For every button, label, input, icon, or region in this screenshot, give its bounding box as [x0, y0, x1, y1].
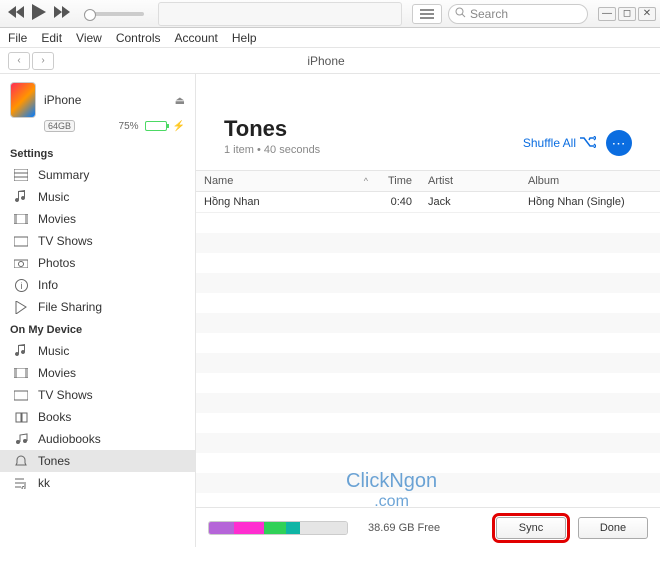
- empty-rows: [196, 213, 660, 507]
- sidebar-item-music[interactable]: Music: [0, 186, 195, 208]
- sidebar-item-tv-shows[interactable]: TV Shows: [0, 230, 195, 252]
- play-icon[interactable]: [32, 4, 46, 23]
- bell-icon: [14, 454, 28, 468]
- menu-help[interactable]: Help: [232, 31, 257, 45]
- volume-slider[interactable]: [84, 12, 144, 16]
- sidebar-item-music[interactable]: Music: [0, 340, 195, 362]
- tv-icon: [14, 388, 28, 402]
- share-icon: [14, 300, 28, 314]
- col-artist[interactable]: Artist: [420, 171, 520, 191]
- more-button[interactable]: ⋯: [606, 130, 632, 156]
- free-space-label: 38.69 GB Free: [360, 522, 484, 534]
- close-button[interactable]: ✕: [638, 7, 656, 21]
- sidebar-item-tv-shows[interactable]: TV Shows: [0, 384, 195, 406]
- search-input[interactable]: Search: [448, 4, 588, 24]
- sidebar-item-tones[interactable]: Tones: [0, 450, 195, 472]
- capacity-badge: 64GB: [44, 120, 75, 132]
- next-icon[interactable]: [54, 6, 70, 21]
- battery-pct: 75%: [119, 121, 139, 132]
- lcd-display: [158, 2, 402, 26]
- sync-button[interactable]: Sync: [496, 517, 566, 539]
- music-icon: [14, 190, 28, 204]
- list-view-button[interactable]: [412, 4, 442, 24]
- sidebar-item-kk[interactable]: kk: [0, 472, 195, 494]
- sidebar-item-movies[interactable]: Movies: [0, 208, 195, 230]
- nav-forward-button[interactable]: ›: [32, 52, 54, 70]
- book-icon: [14, 410, 28, 424]
- sidebar-item-movies[interactable]: Movies: [0, 362, 195, 384]
- sidebar-item-audiobooks[interactable]: Audiobooks: [0, 428, 195, 450]
- audio-icon: [14, 432, 28, 446]
- device-name: iPhone: [44, 93, 81, 107]
- minimize-button[interactable]: —: [598, 7, 616, 21]
- device-thumbnail: [10, 82, 36, 118]
- eject-icon[interactable]: ⏏: [175, 94, 185, 107]
- menu-file[interactable]: File: [8, 31, 27, 45]
- col-album[interactable]: Album: [520, 171, 660, 191]
- info-icon: i: [14, 278, 28, 292]
- sidebar-item-photos[interactable]: Photos: [0, 252, 195, 274]
- nav-title: iPhone: [62, 54, 590, 68]
- page-title: Tones: [224, 116, 320, 142]
- sidebar-item-info[interactable]: iInfo: [0, 274, 195, 296]
- tv-icon: [14, 234, 28, 248]
- done-button[interactable]: Done: [578, 517, 648, 539]
- search-icon: [455, 7, 466, 21]
- menu-controls[interactable]: Controls: [116, 31, 161, 45]
- menu-account[interactable]: Account: [175, 31, 218, 45]
- sidebar-item-books[interactable]: Books: [0, 406, 195, 428]
- svg-text:i: i: [20, 281, 22, 291]
- sidebar-item-summary[interactable]: Summary: [0, 164, 195, 186]
- camera-icon: [14, 256, 28, 270]
- prev-icon[interactable]: [8, 6, 24, 21]
- shuffle-all-link[interactable]: Shuffle All: [523, 136, 596, 151]
- ondevice-header: On My Device: [0, 318, 195, 340]
- menu-edit[interactable]: Edit: [41, 31, 62, 45]
- film-icon: [14, 366, 28, 380]
- maximize-button[interactable]: ◻: [618, 7, 636, 21]
- col-name[interactable]: Name^: [196, 171, 376, 191]
- pl-icon: [14, 476, 28, 490]
- list-icon: [14, 168, 28, 182]
- col-time[interactable]: Time: [376, 171, 420, 191]
- nav-back-button[interactable]: ‹: [8, 52, 30, 70]
- settings-header: Settings: [0, 142, 195, 164]
- shuffle-icon: [580, 136, 596, 151]
- music-icon: [14, 344, 28, 358]
- sidebar-item-file-sharing[interactable]: File Sharing: [0, 296, 195, 318]
- menu-view[interactable]: View: [76, 31, 102, 45]
- table-row[interactable]: Hồng Nhan0:40JackHồng Nhan (Single): [196, 192, 660, 213]
- film-icon: [14, 212, 28, 226]
- search-placeholder: Search: [470, 7, 508, 21]
- page-subtitle: 1 item • 40 seconds: [224, 144, 320, 156]
- storage-bar: [208, 521, 348, 535]
- battery-icon: [145, 121, 167, 131]
